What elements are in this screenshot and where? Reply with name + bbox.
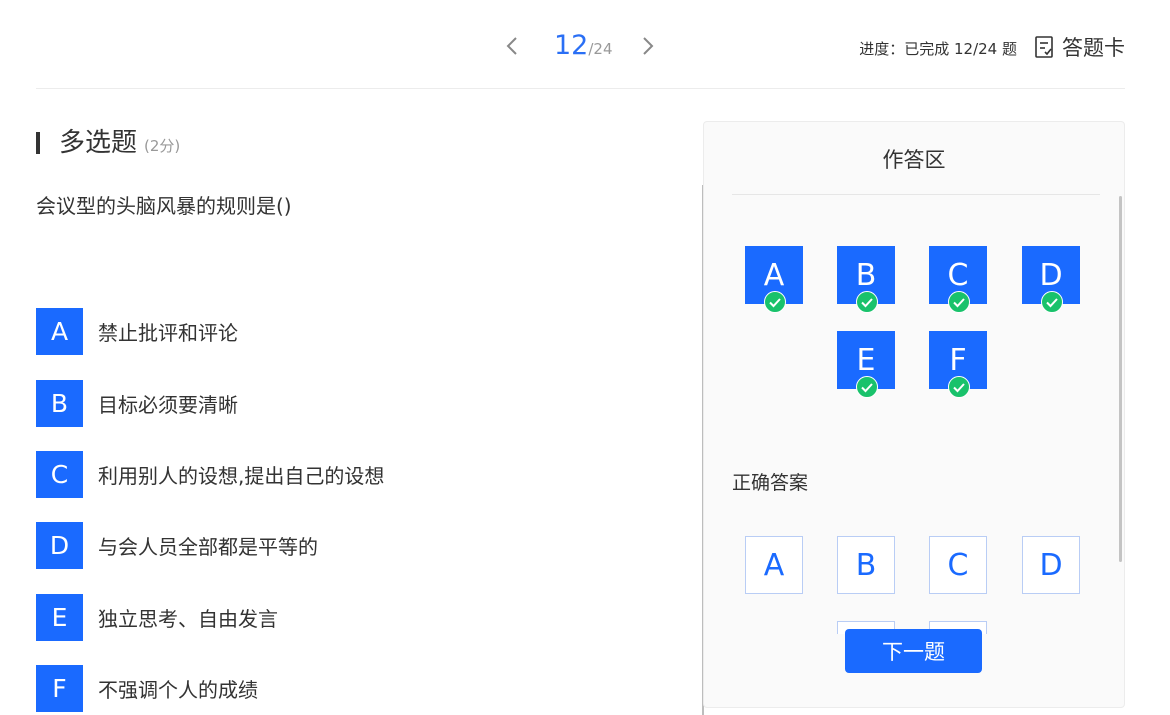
answer-sheet-icon [1035, 36, 1053, 58]
option-letter: B [36, 380, 83, 427]
option-a[interactable]: A 禁止批评和评论 [36, 308, 238, 355]
option-text: 禁止批评和评论 [98, 321, 238, 345]
question-score: (2分) [144, 137, 181, 155]
answer-letter: E [856, 342, 876, 378]
correct-answer-box: B [837, 536, 895, 594]
check-icon [1041, 291, 1063, 313]
option-text: 目标必须要清晰 [98, 393, 238, 417]
option-letter: A [36, 308, 83, 355]
question-type: 多选题 [59, 128, 138, 158]
answer-box-b[interactable]: B [837, 246, 895, 313]
question-pager: 12/24 [554, 30, 613, 61]
option-c[interactable]: C 利用别人的设想,提出自己的设想 [36, 451, 384, 498]
option-letter: D [36, 522, 83, 569]
answer-box-d[interactable]: D [1022, 246, 1080, 313]
total-questions: /24 [588, 40, 613, 58]
question-header: 多选题 (2分) [36, 122, 180, 159]
chevron-left-icon [506, 37, 517, 55]
next-question-arrow[interactable] [636, 34, 660, 58]
title-accent-bar [36, 132, 40, 154]
current-question-number: 12 [554, 30, 589, 61]
progress-text: 进度：已完成 12/24 题 [859, 40, 1017, 58]
option-text: 利用别人的设想,提出自己的设想 [98, 464, 385, 488]
answer-box-f[interactable]: F [929, 331, 987, 398]
answer-letter: A [763, 257, 785, 293]
answer-card-label: 答题卡 [1062, 36, 1125, 60]
check-icon [856, 291, 878, 313]
option-f[interactable]: F 不强调个人的成绩 [36, 665, 258, 712]
answer-letter: F [949, 342, 967, 378]
panel-divider [732, 194, 1100, 195]
question-text: 会议型的头脑风暴的规则是() [36, 194, 292, 218]
answer-panel-title: 作答区 [882, 148, 946, 172]
check-icon [948, 291, 970, 313]
option-b[interactable]: B 目标必须要清晰 [36, 380, 238, 427]
check-icon [764, 291, 786, 313]
answer-box-e[interactable]: E [837, 331, 895, 398]
top-bar: 12/24 进度：已完成 12/24 题 答题卡 [36, 0, 1125, 89]
option-text: 不强调个人的成绩 [98, 678, 258, 702]
option-d[interactable]: D 与会人员全部都是平等的 [36, 522, 318, 569]
chevron-right-icon [643, 37, 654, 55]
option-text: 独立思考、自由发言 [98, 607, 278, 631]
answer-letter: D [1039, 257, 1063, 293]
answer-panel: 作答区 A B C D E F 正确答案 A B C D 下一题 [703, 121, 1125, 708]
answer-letter: B [855, 257, 877, 293]
option-letter: F [36, 665, 83, 712]
option-letter: E [36, 594, 83, 641]
check-icon [948, 376, 970, 398]
panel-scrollbar[interactable] [1119, 196, 1122, 562]
correct-answer-box: D [1022, 536, 1080, 594]
option-letter: C [36, 451, 83, 498]
answer-letter: C [947, 257, 969, 293]
check-icon [856, 376, 878, 398]
option-e[interactable]: E 独立思考、自由发言 [36, 594, 278, 641]
next-question-button[interactable]: 下一题 [845, 629, 982, 673]
option-text: 与会人员全部都是平等的 [98, 535, 318, 559]
correct-answer-label: 正确答案 [732, 472, 809, 494]
correct-answer-box: A [745, 536, 803, 594]
answer-box-c[interactable]: C [929, 246, 987, 313]
previous-question-button[interactable] [500, 34, 524, 58]
answer-box-a[interactable]: A [745, 246, 803, 313]
answer-card-button[interactable]: 答题卡 [1034, 32, 1125, 62]
correct-answer-box: C [929, 536, 987, 594]
